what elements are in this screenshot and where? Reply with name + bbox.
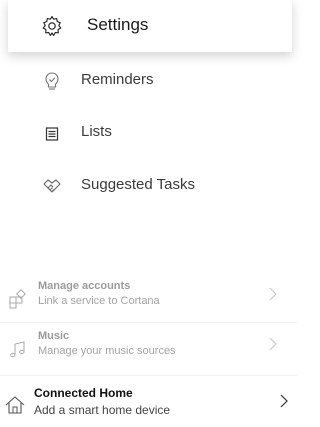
settings-label: Settings <box>87 15 149 34</box>
music-title: Music <box>38 330 70 342</box>
connected-home-row[interactable]: Connected Home Add a smart home device <box>0 382 297 426</box>
handshake-icon <box>40 175 64 199</box>
divider <box>0 322 297 323</box>
menu-item-suggested-tasks[interactable]: Suggested Tasks <box>0 167 297 207</box>
home-icon <box>4 394 26 416</box>
chevron-right-icon <box>268 336 278 352</box>
music-subtitle: Manage your music sources <box>38 345 176 357</box>
reminders-label: Reminders <box>81 71 154 88</box>
music-row[interactable]: Music Manage your music sources <box>0 326 297 370</box>
divider <box>0 375 297 376</box>
chevron-right-icon <box>279 393 289 409</box>
lists-label: Lists <box>81 123 112 140</box>
connected-home-subtitle: Add a smart home device <box>34 403 171 417</box>
menu-item-lists[interactable]: Lists <box>0 114 297 154</box>
connected-home-title: Connected Home <box>34 386 133 400</box>
lightbulb-icon <box>40 70 64 94</box>
manage-accounts-title: Manage accounts <box>38 280 131 292</box>
gear-icon <box>40 14 64 38</box>
manage-accounts-row[interactable]: Manage accounts Link a service to Cortan… <box>0 276 297 320</box>
manage-accounts-subtitle: Link a service to Cortana <box>38 295 160 307</box>
apps-icon <box>7 288 29 310</box>
chevron-right-icon <box>268 286 278 302</box>
menu-item-reminders[interactable]: Reminders <box>0 62 297 102</box>
suggested-tasks-label: Suggested Tasks <box>81 176 195 193</box>
menu-item-settings[interactable]: Settings <box>0 0 297 52</box>
music-note-icon <box>7 338 29 360</box>
list-icon <box>40 122 64 146</box>
